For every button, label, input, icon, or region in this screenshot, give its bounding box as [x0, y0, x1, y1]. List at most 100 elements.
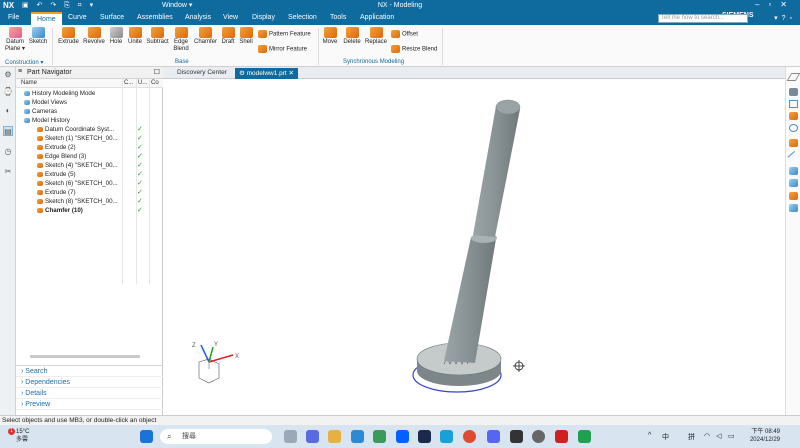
weather-widget[interactable]: 1 15°C 多雲: [8, 428, 29, 444]
mirror-feature-button[interactable]: Mirror Feature: [258, 45, 307, 53]
tree-row[interactable]: Sketch (4) "SKETCH_00... ✓: [16, 161, 163, 170]
discord-icon[interactable]: [487, 430, 500, 443]
app-icon[interactable]: [578, 430, 591, 443]
menu-selection[interactable]: Selection: [288, 14, 317, 21]
pattern-feature-button[interactable]: Pattern Feature: [258, 30, 311, 38]
revolve-button[interactable]: Revolve: [82, 27, 106, 46]
menu-file[interactable]: File: [8, 14, 19, 21]
column-u[interactable]: U...: [138, 80, 147, 86]
view-icon[interactable]: [789, 88, 798, 96]
circle-icon[interactable]: [789, 124, 798, 132]
file-explorer-icon[interactable]: [328, 430, 341, 443]
preview-pane[interactable]: › Preview: [16, 399, 163, 410]
edge-blend-button[interactable]: Edge Blend: [171, 27, 191, 53]
horizontal-scrollbar[interactable]: [30, 355, 140, 358]
browser-icon[interactable]: [440, 430, 453, 443]
menu-view[interactable]: View: [223, 14, 238, 21]
shell-button[interactable]: Shell: [237, 27, 255, 46]
move-face-button[interactable]: Move: [320, 27, 340, 46]
upper-shaft[interactable]: [473, 99, 521, 237]
ime-pinyin[interactable]: 拼: [688, 432, 695, 442]
resize-blend-button[interactable]: Resize Blend: [391, 45, 437, 53]
speaker-icon[interactable]: ◁: [716, 432, 721, 440]
menu-home[interactable]: Home: [31, 12, 62, 25]
wifi-icon[interactable]: ◠: [704, 432, 710, 440]
command-search-input[interactable]: Tell me how to search...: [658, 14, 748, 23]
replace-face-button[interactable]: Replace: [364, 27, 388, 46]
bucket-icon[interactable]: [789, 112, 798, 120]
tree-row[interactable]: Sketch (6) "SKETCH_00... ✓: [16, 179, 163, 188]
column-name[interactable]: Name: [21, 80, 37, 86]
menu-icon[interactable]: ≡: [18, 68, 22, 75]
menu-tools[interactable]: Tools: [330, 14, 346, 21]
menu-surface[interactable]: Surface: [100, 14, 124, 21]
menu-curve[interactable]: Curve: [68, 14, 87, 21]
tab-discovery-center[interactable]: Discovery Center: [173, 68, 231, 79]
solid-icon[interactable]: [789, 192, 798, 200]
cube-icon[interactable]: [789, 139, 798, 147]
model-viewport[interactable]: Z: [163, 79, 785, 415]
tools-icon[interactable]: ✂: [3, 167, 13, 177]
dependencies-pane[interactable]: › Dependencies: [16, 377, 163, 388]
tree-row[interactable]: Cameras: [16, 107, 163, 116]
tree-row[interactable]: Extrude (5) ✓: [16, 170, 163, 179]
surface-icon[interactable]: [789, 204, 798, 212]
close-icon[interactable]: ☐: [154, 68, 160, 76]
tree-row[interactable]: Model Views: [16, 98, 163, 107]
curve-icon[interactable]: [789, 179, 798, 187]
menu-assemblies[interactable]: Assemblies: [137, 14, 173, 21]
battery-icon[interactable]: ▭: [728, 432, 735, 440]
column-co[interactable]: Co: [151, 80, 159, 86]
column-c[interactable]: C...: [124, 80, 133, 86]
delete-face-button[interactable]: Delete: [341, 27, 363, 46]
ime-chinese[interactable]: 中: [662, 432, 669, 442]
tab-modelww1[interactable]: ⚙ modelww1.prt ✕: [235, 68, 299, 79]
clock-icon[interactable]: ◷: [3, 147, 13, 157]
tree-row[interactable]: Extrude (2) ✓: [16, 143, 163, 152]
lower-shaft[interactable]: [444, 233, 497, 363]
teams-icon[interactable]: [306, 430, 319, 443]
tree-row[interactable]: Edge Blend (3) ✓: [16, 152, 163, 161]
dropbox-icon[interactable]: [396, 430, 409, 443]
taskbar-search[interactable]: ⌕ 搜尋: [160, 429, 272, 444]
part-navigator-icon[interactable]: ▤: [3, 126, 13, 136]
tree-row[interactable]: Datum Coordinate Syst... ✓: [16, 125, 163, 134]
graphics-window[interactable]: Z: [163, 79, 785, 415]
tab-close-icon[interactable]: ✕: [287, 70, 294, 77]
draft-button[interactable]: Draft: [219, 27, 237, 46]
chamfer-button[interactable]: Chamfer: [193, 27, 218, 46]
tree-row[interactable]: Extrude (7) ✓: [16, 188, 163, 197]
help-icons[interactable]: ▾?▫: [774, 14, 796, 22]
unite-button[interactable]: Unite: [125, 27, 145, 46]
sketch-button[interactable]: Sketch: [28, 27, 48, 46]
terminal-icon[interactable]: [418, 430, 431, 443]
history-icon[interactable]: ⌚: [3, 87, 13, 97]
store-icon[interactable]: [373, 430, 386, 443]
tree-row[interactable]: Model History: [16, 116, 163, 125]
datum-plane-button[interactable]: Datum Plane ▾: [4, 27, 26, 53]
tree-row[interactable]: History Modeling Mode: [16, 89, 163, 98]
details-pane[interactable]: › Details: [16, 388, 163, 399]
search-pane[interactable]: › Search: [16, 366, 163, 377]
window-controls[interactable]: –▫✕: [755, 0, 796, 9]
subtract-button[interactable]: Subtract: [145, 27, 170, 46]
steam-icon[interactable]: [532, 430, 545, 443]
ruler-icon[interactable]: [786, 73, 800, 81]
chrome-icon[interactable]: [463, 430, 476, 443]
tree-row[interactable]: Sketch (8) "SKETCH_00... ✓: [16, 197, 163, 206]
windows-start-icon[interactable]: [140, 430, 153, 443]
offset-region-button[interactable]: Offset: [391, 30, 418, 38]
hole-button[interactable]: Hole: [107, 27, 125, 46]
monitor-icon[interactable]: [510, 430, 523, 443]
assembly-navigator-icon[interactable]: ◐: [3, 106, 13, 116]
line-icon[interactable]: [787, 151, 800, 163]
menu-display[interactable]: Display: [252, 14, 275, 21]
sketch-small-icon[interactable]: [789, 167, 798, 175]
menu-application[interactable]: Application: [360, 14, 394, 21]
group-construction-label[interactable]: Construction ▾: [5, 59, 43, 66]
tree-row[interactable]: Chamfer (10) ✓: [16, 206, 163, 215]
tree-row[interactable]: Sketch (1) "SKETCH_00... ✓: [16, 134, 163, 143]
task-view-icon[interactable]: [284, 430, 297, 443]
settings-icon[interactable]: ⚙: [3, 70, 13, 80]
rectangle-icon[interactable]: [789, 100, 798, 108]
